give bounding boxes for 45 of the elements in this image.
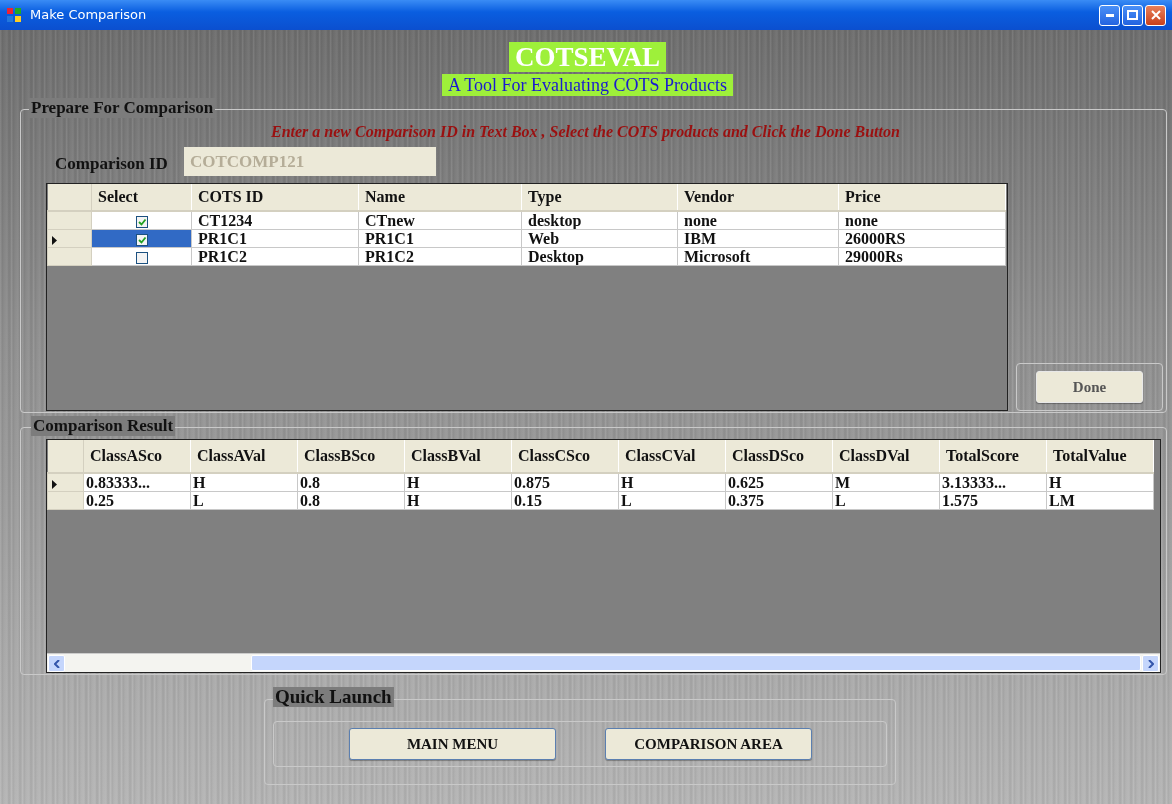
app-subtitle: A Tool For Evaluating COTS Products xyxy=(442,74,733,96)
window-title: Make Comparison xyxy=(30,6,147,25)
column-header[interactable]: Price xyxy=(838,184,1006,211)
column-header[interactable]: TotalValue xyxy=(1046,440,1154,473)
close-icon xyxy=(1150,10,1161,20)
app-icon xyxy=(6,7,22,23)
scroll-right-button[interactable] xyxy=(1142,655,1159,672)
column-header[interactable]: ClassCSco xyxy=(511,440,619,473)
minimize-icon xyxy=(1105,13,1114,17)
column-header[interactable]: TotalScore xyxy=(939,440,1047,473)
done-button[interactable]: Done xyxy=(1036,371,1143,403)
column-header[interactable]: ClassBSco xyxy=(297,440,405,473)
column-header[interactable]: ClassDSco xyxy=(725,440,833,473)
close-button[interactable] xyxy=(1145,4,1166,26)
row-header-corner xyxy=(47,184,92,211)
checkbox[interactable] xyxy=(135,216,148,229)
group-title: Comparison Result xyxy=(31,416,176,436)
launch-button[interactable]: MAIN MENU xyxy=(349,728,556,760)
column-header[interactable]: ClassBVal xyxy=(404,440,512,473)
current-row-icon xyxy=(52,479,57,489)
instruction-text: Enter a new Comparison ID in Text Box , Select the COTS products and Click the Done Button xyxy=(271,123,900,140)
column-header[interactable]: ClassDVal xyxy=(832,440,940,473)
minimize-button[interactable] xyxy=(1099,4,1120,26)
group-title: Quick Launch xyxy=(273,687,394,707)
scroll-left-button[interactable] xyxy=(48,655,65,672)
checkbox[interactable] xyxy=(135,252,148,265)
column-header[interactable]: ClassCVal xyxy=(618,440,726,473)
column-header[interactable]: COTS ID xyxy=(191,184,359,211)
column-header[interactable]: Vendor xyxy=(677,184,839,211)
column-header[interactable]: Select xyxy=(91,184,192,211)
checkbox[interactable] xyxy=(135,234,148,247)
column-header[interactable]: ClassASco xyxy=(83,440,191,473)
column-header[interactable]: Type xyxy=(521,184,678,211)
field-label: Comparison ID xyxy=(55,152,168,175)
column-header[interactable]: Name xyxy=(358,184,522,211)
app-title: COTSEVAL xyxy=(508,42,667,72)
maximize-button[interactable] xyxy=(1122,4,1143,26)
current-row-icon xyxy=(52,235,57,245)
group-title: Prepare For Comparison xyxy=(29,98,216,118)
maximize-icon xyxy=(1127,10,1138,20)
row-header-corner xyxy=(47,440,84,473)
launch-button[interactable]: COMPARISON AREA xyxy=(605,728,812,760)
scroll-thumb[interactable] xyxy=(251,655,1141,671)
column-header[interactable]: ClassAVal xyxy=(190,440,298,473)
horizontal-scrollbar[interactable] xyxy=(47,653,1160,672)
